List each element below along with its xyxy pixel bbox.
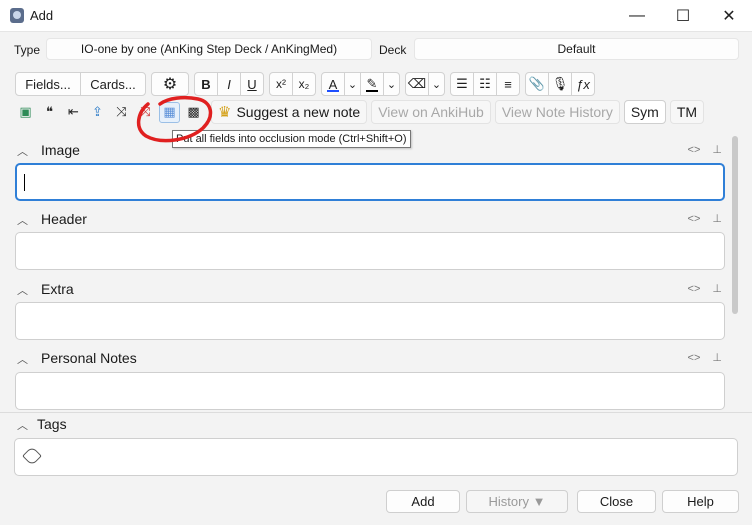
tags-divider — [0, 412, 752, 413]
suggest-note-label: Suggest a new note — [236, 104, 361, 120]
fields-button[interactable]: Fields... — [15, 72, 81, 96]
outdent-icon[interactable]: ⇤ — [63, 102, 84, 123]
tags-input[interactable] — [14, 438, 738, 476]
anki-app-icon — [10, 8, 24, 23]
field-header[interactable]: ︿ Header <> ⊥ — [10, 209, 728, 231]
align-icon[interactable]: ≡ — [496, 72, 520, 96]
gear-icon[interactable]: ⚙ — [151, 72, 189, 96]
field-name: Header — [41, 211, 87, 227]
image-occlusion-icon[interactable]: ▣ — [15, 102, 36, 123]
bold-button[interactable]: B — [194, 72, 218, 96]
window-title: Add — [30, 8, 54, 23]
close-window-button[interactable]: ✕ — [706, 0, 752, 32]
pin-icon[interactable]: ⊥ — [712, 144, 722, 156]
text-color-button[interactable]: A — [321, 72, 345, 96]
shuffle-red-icon[interactable]: ⤨ — [135, 102, 156, 123]
view-on-ankihub-button[interactable]: View on AnkiHub — [371, 100, 491, 124]
editor-scrollbar[interactable] — [730, 136, 740, 314]
text-color-bar — [327, 90, 339, 92]
tm-button[interactable]: TM — [669, 100, 705, 124]
occlusion-mode-icon[interactable]: ▦ — [159, 101, 180, 123]
underline-button[interactable]: U — [240, 72, 264, 96]
tag-icon — [22, 446, 42, 466]
highlight-color-button[interactable]: ✎ — [360, 72, 384, 96]
field-controls: <> ⊥ — [676, 282, 722, 295]
field-header[interactable]: ︿ Extra <> ⊥ — [10, 279, 728, 301]
tags-collapse-chevron-icon[interactable]: ︿ — [17, 417, 28, 433]
subscript-button[interactable]: x₂ — [292, 72, 316, 96]
collapse-chevron-icon[interactable]: ︿ — [17, 143, 28, 159]
crown-icon: ♛ — [218, 104, 232, 121]
minimize-button[interactable]: — — [614, 0, 660, 32]
attachment-icon[interactable]: 📎 — [525, 72, 549, 96]
title-bar: Add — ☐ ✕ — [0, 0, 752, 32]
addon-icon-group: ▣ ❝ ⇤ ⇪ ⤨ ⤨ ▦ ▩ — [15, 101, 207, 123]
note-type-selector[interactable]: IO-one by one (AnKing Step Deck / AnKing… — [46, 38, 372, 60]
field-controls: <> ⊥ — [676, 351, 722, 364]
occlusion-mode-tooltip: Put all fields into occlusion mode (Ctrl… — [172, 130, 411, 148]
maximize-button[interactable]: ☐ — [660, 0, 706, 32]
mathjax-icon[interactable]: ƒx — [571, 72, 595, 96]
deck-selector[interactable]: Default — [414, 38, 739, 60]
eraser-icon[interactable]: ⌫ — [405, 72, 429, 96]
speech-bubble-icon[interactable]: ❝ — [39, 102, 60, 123]
field-editor[interactable] — [15, 163, 725, 201]
superscript-button[interactable]: x² — [269, 72, 293, 96]
html-editor-toggle-icon[interactable]: <> — [688, 144, 701, 156]
help-button[interactable]: Help — [662, 490, 739, 513]
field-header[interactable]: ︿ Personal Notes <> ⊥ — [10, 348, 728, 370]
pin-icon[interactable]: ⊥ — [712, 213, 722, 225]
tags-label: Tags — [37, 416, 67, 432]
tags-header[interactable]: ︿ Tags — [10, 414, 728, 436]
italic-button[interactable]: I — [217, 72, 241, 96]
bullet-list-icon[interactable]: ☰ — [450, 72, 474, 96]
field-editor[interactable] — [15, 232, 725, 270]
eraser-dropdown-button[interactable]: ⌄ — [428, 72, 445, 96]
scrollbar-thumb[interactable] — [732, 136, 738, 314]
collapse-chevron-icon[interactable]: ︿ — [17, 282, 28, 298]
html-editor-toggle-icon[interactable]: <> — [688, 283, 701, 295]
field-name: Image — [41, 142, 80, 158]
editor-toolbar-formatting: Fields... Cards... ⚙ B I U x² x₂ A ⌄ ✎ ⌄… — [15, 72, 600, 96]
shuffle-icon[interactable]: ⤨ — [111, 102, 132, 123]
cards-button[interactable]: Cards... — [80, 72, 146, 96]
field-editor[interactable] — [15, 372, 725, 410]
collapse-chevron-icon[interactable]: ︿ — [17, 351, 28, 367]
history-button[interactable]: History ▼ — [466, 490, 568, 513]
numbered-list-icon[interactable]: ☷ — [473, 72, 497, 96]
type-label: Type — [14, 43, 41, 57]
text-color-dropdown-button[interactable]: ⌄ — [344, 72, 361, 96]
text-caret — [24, 174, 25, 191]
suggest-note-button[interactable]: ♛ Suggest a new note — [211, 100, 368, 124]
field-name: Extra — [41, 281, 74, 297]
deck-label: Deck — [379, 43, 407, 57]
highlight-dropdown-button[interactable]: ⌄ — [383, 72, 400, 96]
close-button[interactable]: Close — [577, 490, 656, 513]
field-name: Personal Notes — [41, 350, 137, 366]
field-editor[interactable] — [15, 302, 725, 340]
pin-icon[interactable]: ⊥ — [712, 283, 722, 295]
view-note-history-button[interactable]: View Note History — [494, 100, 620, 124]
highlight-color-bar — [366, 90, 378, 92]
pin-icon[interactable]: ⊥ — [712, 352, 722, 364]
html-editor-toggle-icon[interactable]: <> — [688, 352, 701, 364]
grid-icon[interactable]: ▩ — [183, 102, 204, 123]
html-editor-toggle-icon[interactable]: <> — [688, 213, 701, 225]
type-deck-row: Type IO-one by one (AnKing Step Deck / A… — [0, 38, 752, 62]
upload-icon[interactable]: ⇪ — [87, 102, 108, 123]
field-controls: <> ⊥ — [676, 143, 722, 156]
microphone-icon[interactable]: 🎙 — [548, 72, 572, 96]
editor-toolbar-addons: ▣ ❝ ⇤ ⇪ ⤨ ⤨ ▦ ▩ ♛ Suggest a new note View on An… — [15, 100, 708, 124]
add-button[interactable]: Add — [386, 490, 460, 513]
field-controls: <> ⊥ — [676, 212, 722, 225]
collapse-chevron-icon[interactable]: ︿ — [17, 212, 28, 228]
sym-button[interactable]: Sym — [623, 100, 666, 124]
